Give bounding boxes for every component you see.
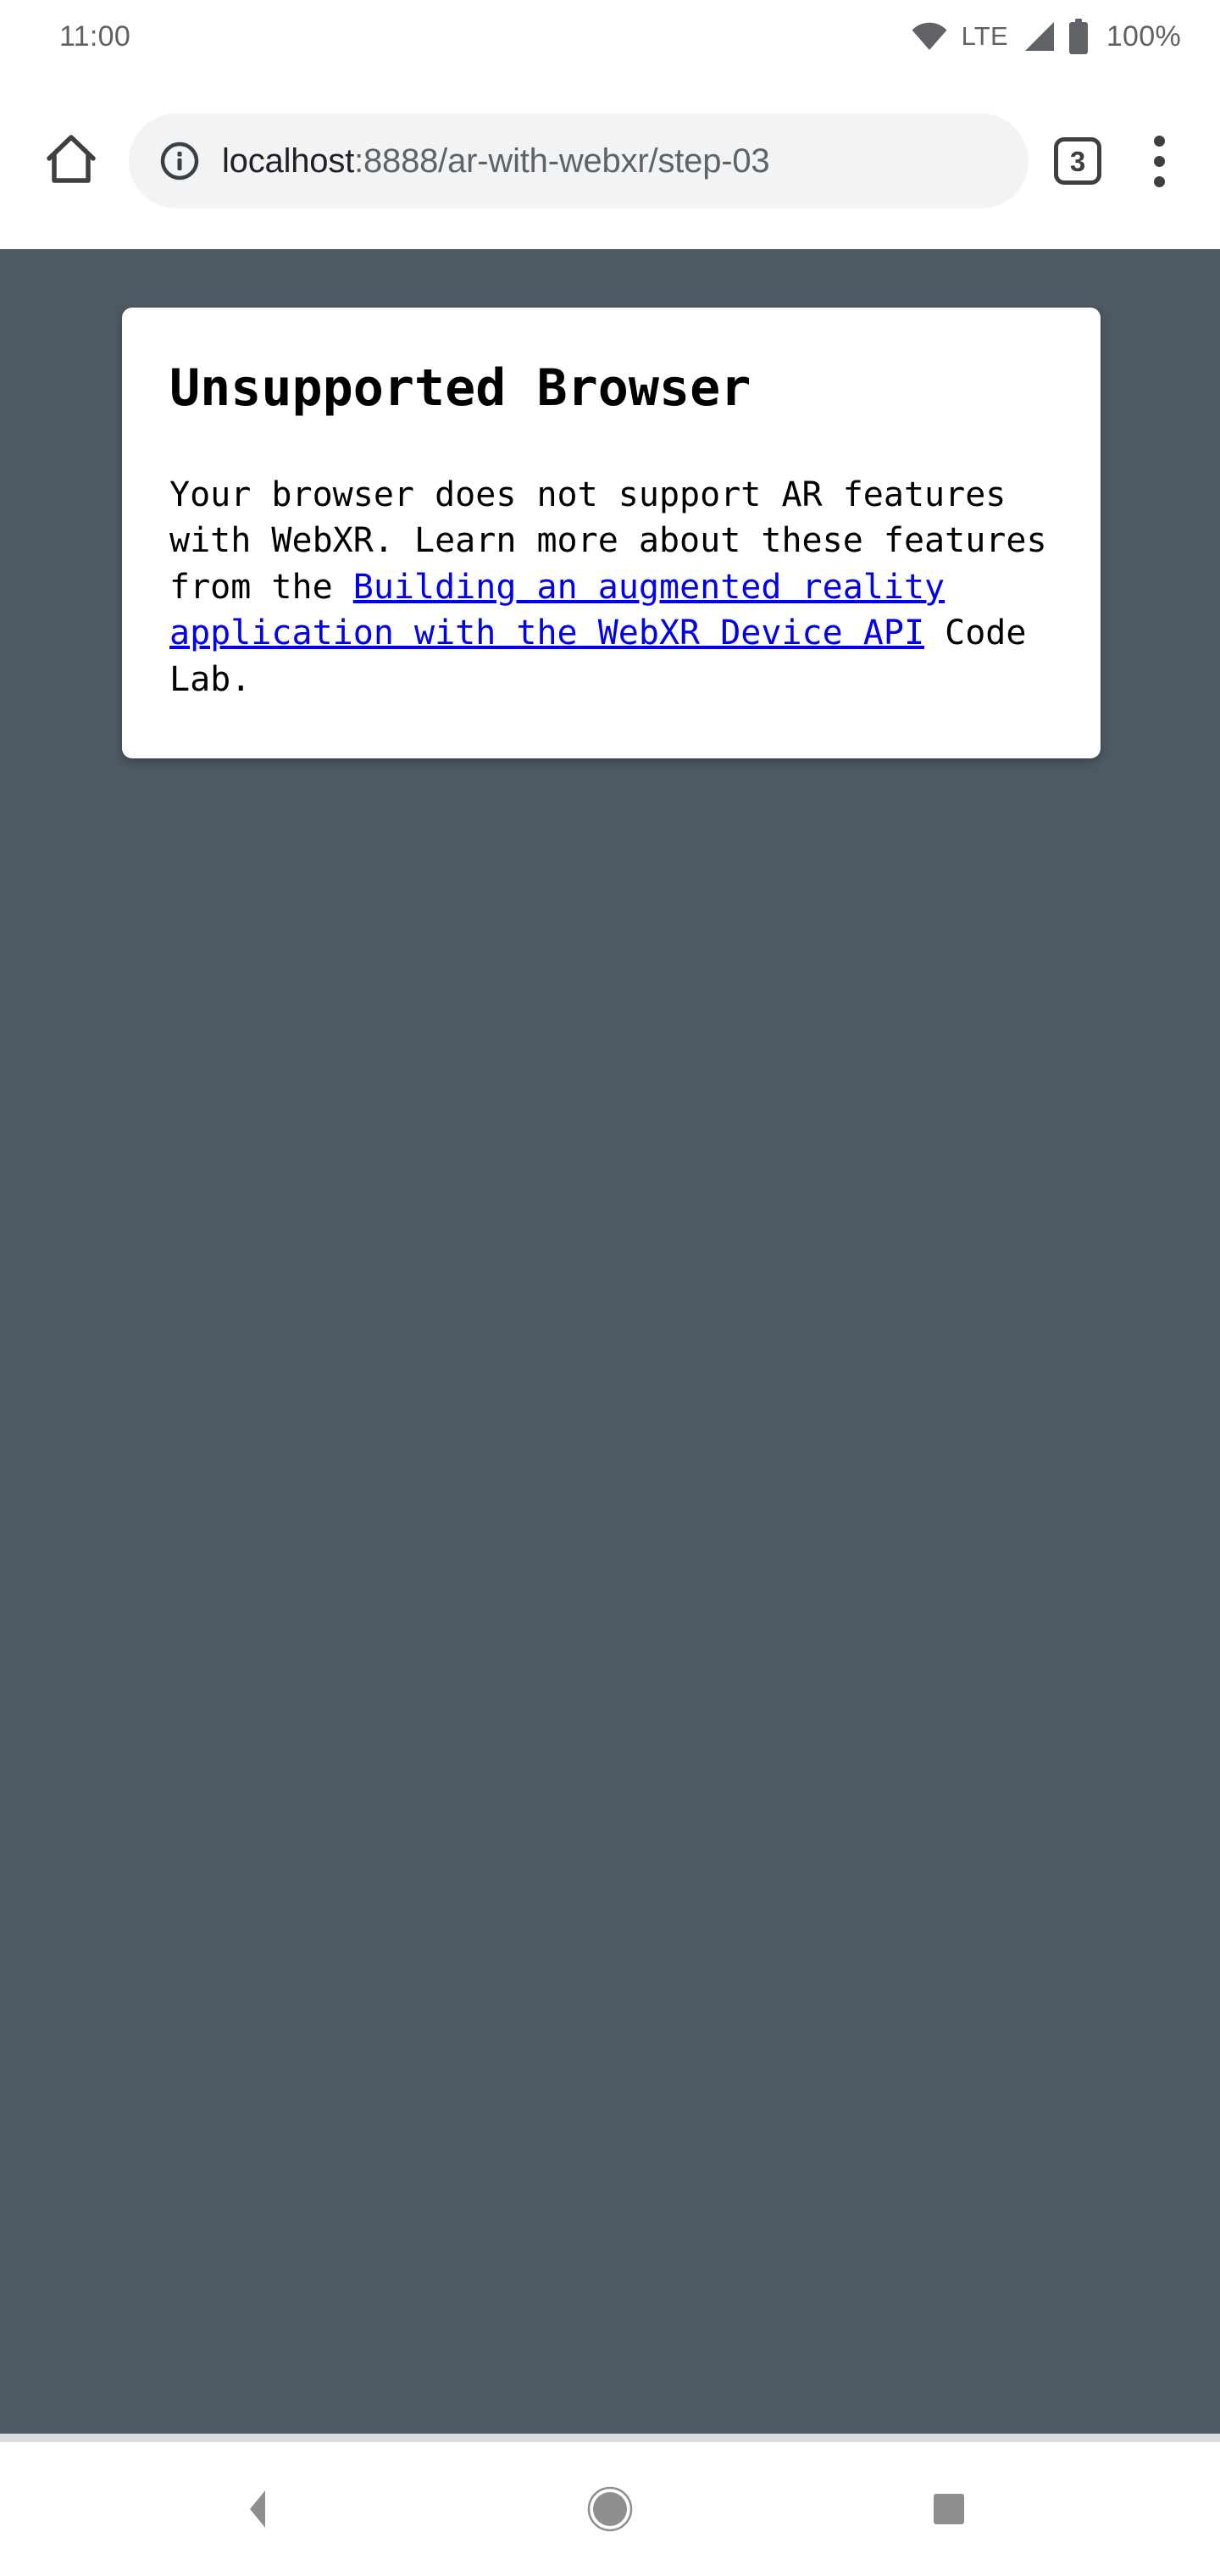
status-bar: 11:00 LTE 100% [0,0,1220,73]
status-bar-clock: 11:00 [59,19,131,53]
url-path: :8888/ar-with-webxr/step-03 [354,142,770,180]
page-title: Unsupported Browser [169,358,751,418]
battery-percent-label: 100% [1106,19,1181,53]
url-text: localhost:8888/ar-with-webxr/step-03 [222,142,769,180]
page-body-text: Your browser does not support AR feature… [169,472,1053,702]
nav-home-button[interactable] [551,2450,669,2568]
url-bar[interactable]: localhost:8888/ar-with-webxr/step-03 [129,114,1029,208]
overflow-menu-icon [1153,155,1165,167]
back-triangle-icon [245,2483,297,2535]
status-bar-indicators: LTE 100% [911,19,1181,54]
web-page-viewport: Unsupported Browser Your browser does no… [0,249,1220,2434]
tab-switcher-button[interactable]: 3 [1037,120,1118,202]
overflow-menu-icon [1153,135,1165,147]
home-button[interactable] [32,122,110,200]
android-nav-bar [0,2442,1220,2576]
url-host: localhost [222,142,355,180]
nav-recents-button[interactable] [890,2450,1008,2568]
browser-toolbar: localhost:8888/ar-with-webxr/step-03 3 [0,73,1220,249]
network-type-label: LTE [961,21,1008,51]
wifi-icon [911,22,948,51]
overflow-menu-icon [1153,175,1165,187]
battery-full-icon [1068,19,1090,54]
unsupported-browser-card: Unsupported Browser Your browser does no… [122,308,1101,758]
home-circle-icon [584,2483,636,2535]
tab-count-label: 3 [1069,145,1086,177]
info-circle-icon[interactable] [159,141,200,181]
cell-signal-icon [1022,20,1056,53]
nav-back-button[interactable] [212,2450,330,2568]
tab-count-box: 3 [1054,137,1101,185]
nav-bar-divider [0,2434,1220,2442]
overflow-menu-button[interactable] [1118,120,1200,202]
recents-square-icon [923,2483,975,2535]
phone-screen: 11:00 LTE 100% localhost:8888/ar-with-we… [0,0,1220,2576]
home-icon [44,132,98,191]
